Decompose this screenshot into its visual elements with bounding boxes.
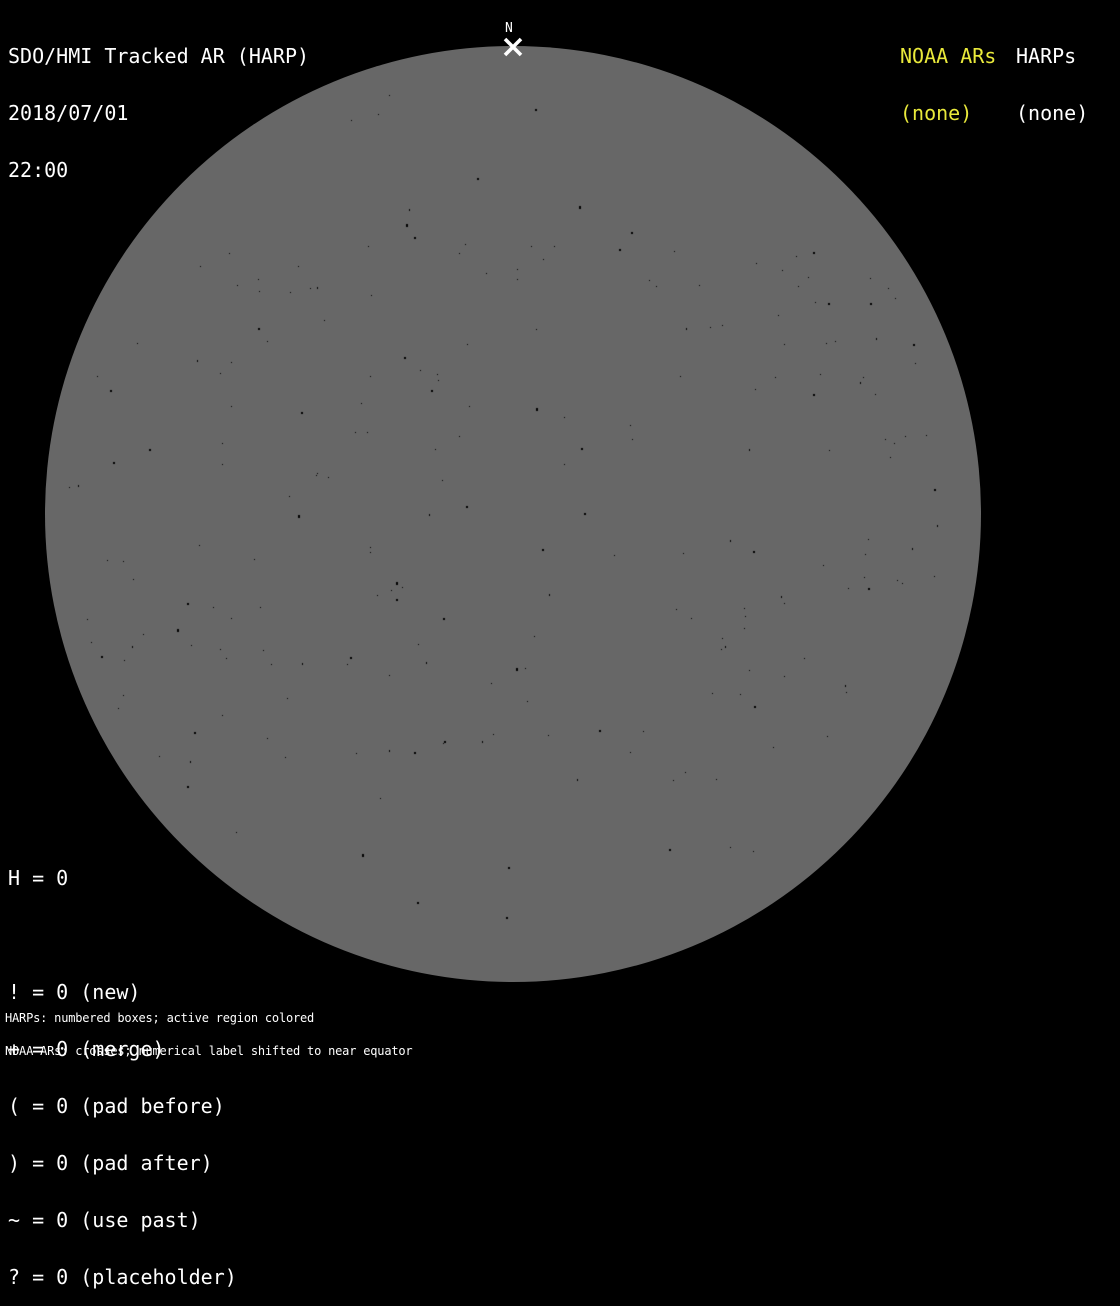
harps-counter: HARPs (none) [1016, 9, 1088, 142]
noaa-ars-counter: NOAA ARs (none) [900, 9, 996, 142]
legend-harp-total: H = 0 [8, 866, 69, 890]
page-title: SDO/HMI Tracked AR (HARP) [8, 44, 310, 68]
harps-value: (none) [1016, 101, 1089, 125]
footer-noaa-note: NOAA ARs: crosses; numerical label shift… [5, 1044, 413, 1058]
date-label: 2018/07/01 [8, 101, 129, 125]
legend-item-pad-before: ( = 0 (pad before) [8, 1094, 225, 1118]
legend-item-use-past: ~ = 0 (use past) [8, 1208, 201, 1232]
noaa-ars-value: (none) [900, 101, 973, 125]
north-label: N [505, 21, 513, 36]
footer-notes: HARPs: numbered boxes; active region col… [5, 991, 413, 1068]
north-pole-cross-icon [503, 37, 523, 57]
legend-item-pad-after: ) = 0 (pad after) [8, 1151, 213, 1175]
legend: H = 0 ! = 0 (new) + = 0 (merge) ( = 0 (p… [8, 831, 237, 1306]
footer-harps-note: HARPs: numbered boxes; active region col… [5, 1011, 315, 1025]
time-label: 22:00 [8, 158, 69, 182]
harps-label: HARPs [1016, 44, 1077, 68]
legend-item-placeholder: ? = 0 (placeholder) [8, 1265, 237, 1289]
noaa-ars-label: NOAA ARs [900, 44, 997, 68]
header-left: SDO/HMI Tracked AR (HARP) 2018/07/01 22:… [8, 9, 309, 199]
legend-spacer [8, 926, 237, 945]
